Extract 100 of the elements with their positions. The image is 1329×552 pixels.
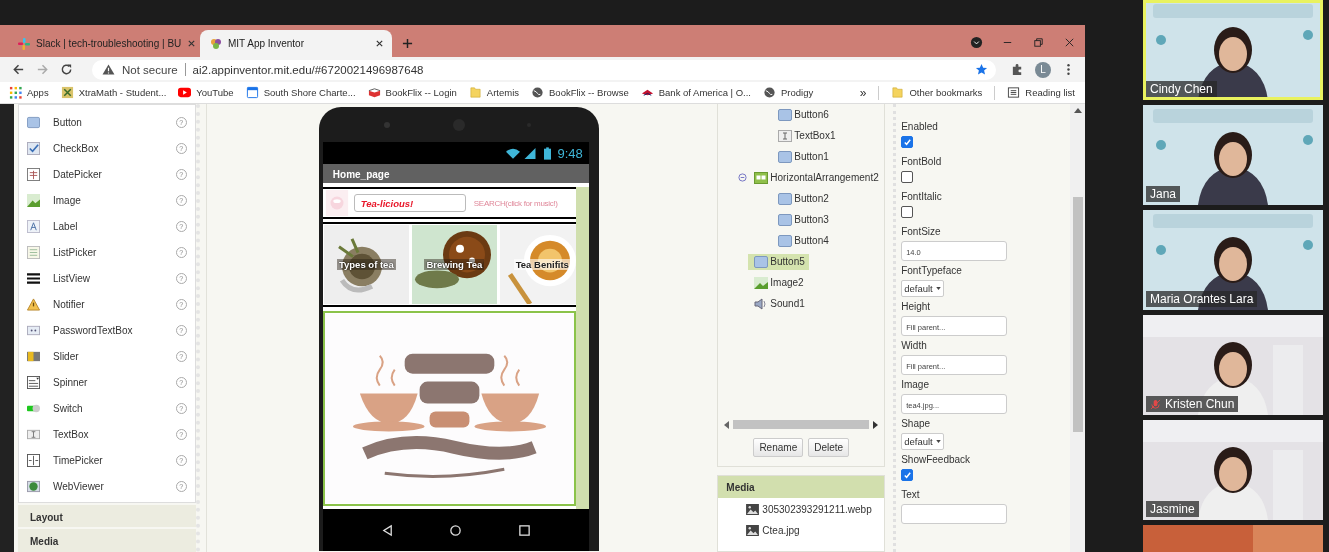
slider-icon bbox=[27, 349, 40, 363]
more-bookmarks-button[interactable]: » bbox=[859, 85, 867, 100]
component-node[interactable]: Button6 bbox=[778, 106, 833, 123]
calendar-icon bbox=[245, 86, 259, 99]
bookmark[interactable]: BookFlix -- Browse bbox=[531, 86, 629, 99]
recents-icon[interactable] bbox=[517, 523, 531, 537]
collapse-toggle[interactable] bbox=[738, 173, 748, 182]
folder-icon bbox=[891, 86, 905, 99]
button-icon bbox=[754, 255, 769, 268]
component-node[interactable]: HorizontalArrangement2 bbox=[754, 169, 883, 186]
checkbox[interactable] bbox=[901, 469, 914, 481]
bookmark[interactable]: Artemis bbox=[468, 86, 520, 99]
component-node[interactable]: Button4 bbox=[778, 232, 833, 249]
letter-icon bbox=[27, 219, 40, 233]
component-node[interactable]: Button3 bbox=[778, 211, 833, 228]
back-arrow-icon[interactable] bbox=[12, 63, 25, 76]
bookmark[interactable]: BookFlix -- Login bbox=[367, 86, 457, 99]
property-label: ShowFeedback bbox=[901, 454, 971, 465]
participant-name: Jana bbox=[1146, 186, 1181, 202]
text-cursor-icon bbox=[778, 129, 793, 142]
globe-icon bbox=[27, 479, 40, 493]
property-label: FontBold bbox=[901, 156, 942, 167]
dropdown[interactable]: default bbox=[901, 280, 944, 297]
component-node[interactable]: TextBox1 bbox=[778, 127, 840, 144]
media-header: Media bbox=[718, 476, 885, 498]
warning-icon bbox=[102, 64, 115, 75]
participant-name: Cindy Chen bbox=[1146, 81, 1217, 97]
home-icon[interactable] bbox=[449, 523, 463, 537]
play-icon bbox=[178, 86, 192, 99]
close-icon[interactable] bbox=[1063, 36, 1076, 49]
component-node[interactable]: Button1 bbox=[778, 148, 833, 165]
security-label: Not secure bbox=[122, 63, 178, 76]
tab-search-icon[interactable] bbox=[970, 36, 983, 49]
list-lines-icon bbox=[27, 271, 40, 285]
flower-icon bbox=[210, 37, 222, 50]
scroll-right-icon[interactable] bbox=[872, 420, 879, 429]
text-input[interactable]: Tea-licious! bbox=[353, 194, 466, 212]
browser-tab[interactable]: MIT App Inventor bbox=[200, 30, 392, 57]
scrollbar-thumb[interactable] bbox=[733, 420, 870, 429]
bookmark[interactable]: YouTube bbox=[178, 86, 234, 99]
property-label: Text bbox=[901, 489, 920, 500]
back-icon[interactable] bbox=[380, 523, 394, 537]
puzzle-piece-icon[interactable] bbox=[1011, 63, 1024, 76]
image-button[interactable]: Tea Benifits bbox=[499, 225, 576, 304]
browser-tab[interactable]: Slack | tech-troubleshooting | BU bbox=[8, 30, 200, 57]
warning-icon bbox=[27, 297, 40, 311]
property-label: Shape bbox=[901, 418, 931, 429]
checkbox[interactable] bbox=[901, 136, 914, 148]
scrollbar-thumb[interactable] bbox=[1072, 197, 1083, 432]
image-file-icon bbox=[746, 524, 760, 536]
input-field[interactable] bbox=[901, 504, 1008, 524]
scroll-up-icon[interactable] bbox=[1073, 108, 1082, 114]
scroll-left-icon[interactable] bbox=[724, 420, 731, 429]
screen-title: Home_page bbox=[322, 164, 589, 183]
bookmark[interactable]: Apps bbox=[9, 86, 49, 99]
caret-icon bbox=[935, 440, 941, 443]
signal-icon bbox=[522, 147, 537, 159]
text-cursor-icon bbox=[27, 427, 40, 441]
component-node[interactable]: Button2 bbox=[778, 190, 833, 207]
property-label: Width bbox=[901, 340, 927, 351]
property-label: Enabled bbox=[901, 121, 938, 132]
bookmark[interactable]: South Shore Charte... bbox=[245, 86, 356, 99]
media-file[interactable]: 305302393291211.webp bbox=[718, 499, 885, 519]
close-icon[interactable] bbox=[375, 39, 384, 48]
bookmark[interactable]: Bank of America | O... bbox=[640, 86, 751, 99]
calendar-icon bbox=[27, 167, 40, 181]
checkbox[interactable] bbox=[901, 206, 914, 218]
palette-section-header[interactable]: Media bbox=[18, 529, 196, 552]
bookmark-folder[interactable]: Other bookmarks bbox=[891, 86, 983, 99]
component-node[interactable]: Sound1 bbox=[754, 295, 809, 312]
palette-section-header[interactable]: Layout bbox=[18, 504, 196, 528]
pinwheel-icon bbox=[18, 37, 30, 50]
reload-icon[interactable] bbox=[60, 63, 73, 76]
grid-icon bbox=[9, 86, 22, 99]
property-label: FontTypeface bbox=[901, 265, 962, 276]
tree-action-button[interactable]: Delete bbox=[808, 438, 850, 457]
arrangement-icon bbox=[754, 171, 769, 184]
tree-action-button[interactable]: Rename bbox=[753, 438, 804, 457]
bookmark[interactable]: Prodigy bbox=[763, 86, 814, 99]
image-icon bbox=[754, 276, 769, 289]
speaker-icon bbox=[754, 297, 769, 310]
restore-icon[interactable] bbox=[1032, 36, 1045, 49]
component-node[interactable]: Button5 bbox=[748, 253, 809, 270]
bookmark[interactable]: XtraMath - Student... bbox=[60, 86, 167, 99]
dropdown[interactable]: default bbox=[901, 433, 944, 450]
star-icon[interactable] bbox=[975, 63, 988, 76]
address-bar[interactable]: Not secure ai2.appinventor.mit.edu/#6720021496987648 bbox=[92, 59, 996, 80]
image-icon bbox=[27, 193, 40, 207]
new-tab-icon[interactable] bbox=[402, 38, 413, 49]
profile-avatar[interactable]: L bbox=[1035, 61, 1051, 78]
reading-list-button[interactable]: Reading list bbox=[1007, 86, 1075, 99]
clock-text: 9:48 bbox=[557, 145, 583, 161]
property-label: FontSize bbox=[901, 226, 941, 237]
x-icon bbox=[60, 86, 74, 99]
list-icon bbox=[27, 245, 40, 259]
checkmark-icon bbox=[27, 141, 40, 155]
globe-icon bbox=[763, 86, 776, 99]
checkbox[interactable] bbox=[901, 171, 914, 183]
media-file[interactable]: Ctea.jpg bbox=[718, 520, 885, 540]
component-node[interactable]: Image2 bbox=[754, 274, 808, 291]
